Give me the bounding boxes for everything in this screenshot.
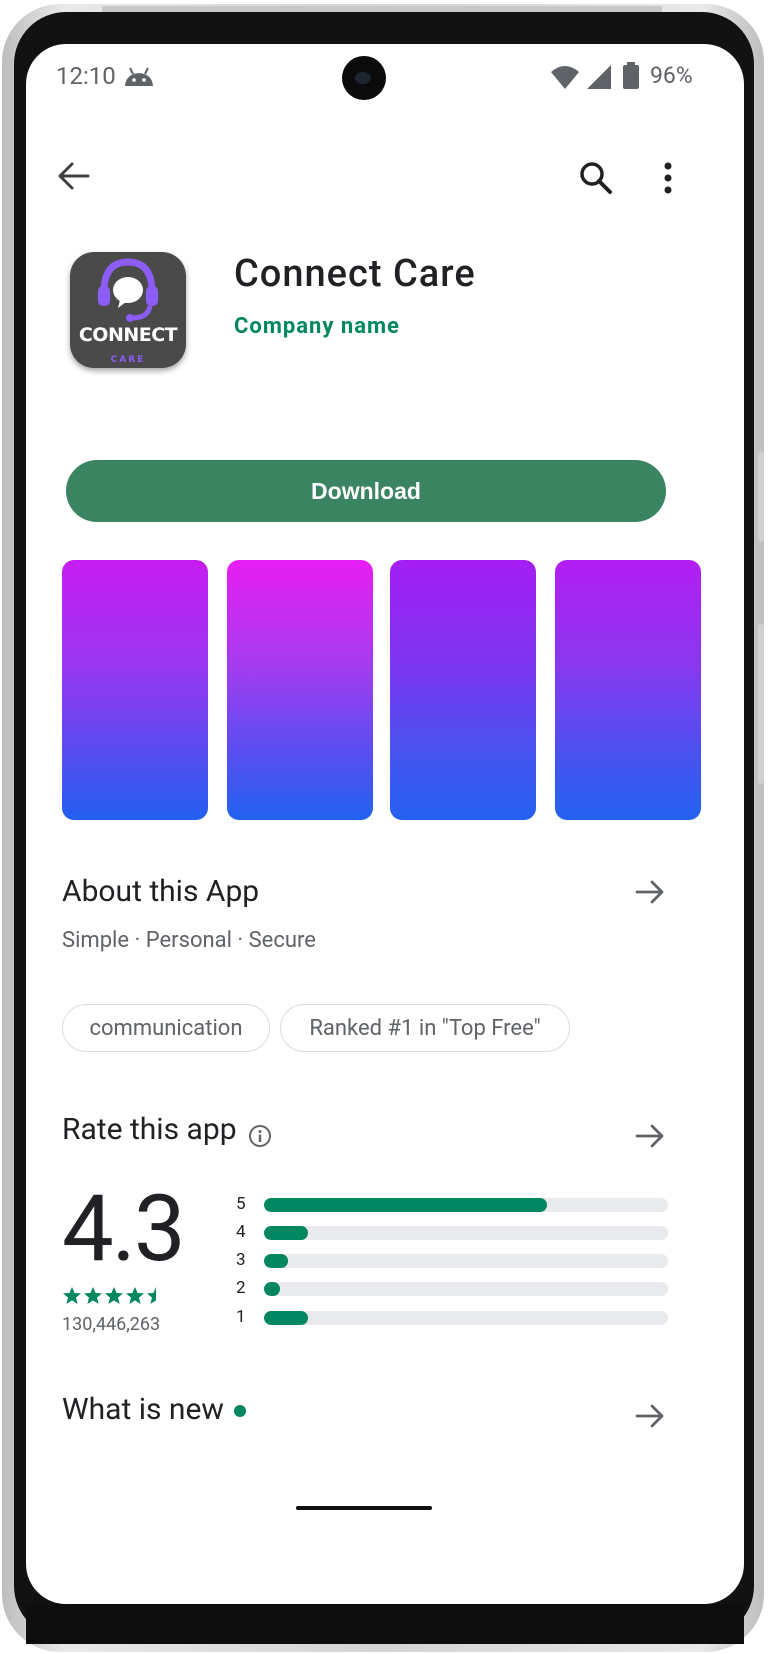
rating-row-label: 2 <box>236 1278 246 1298</box>
status-time: 12:10 <box>56 62 116 90</box>
star-icon <box>126 1287 144 1304</box>
info-icon[interactable] <box>248 1124 272 1148</box>
rating-bar-fill <box>264 1282 281 1296</box>
screenshot-2[interactable] <box>227 560 373 820</box>
arrow-forward-icon[interactable] <box>634 1400 666 1432</box>
about-subtitle: Simple · Personal · Secure <box>62 928 316 953</box>
front-camera <box>342 56 386 100</box>
volume-button <box>758 452 764 542</box>
rating-bar-track <box>264 1311 668 1325</box>
rating-row-label: 3 <box>236 1250 246 1270</box>
arrow-forward-icon[interactable] <box>634 876 666 908</box>
rating-row-label: 5 <box>236 1194 246 1214</box>
rating-score: 4.3 <box>62 1176 186 1283</box>
screen: 12:10 96% CONNECT CARE Connect Care Comp… <box>26 44 744 1604</box>
home-indicator[interactable] <box>296 1506 432 1510</box>
chip-communication[interactable]: communication <box>62 1004 270 1052</box>
rating-row-label: 1 <box>236 1307 246 1327</box>
developer-link[interactable]: Company name <box>234 314 400 339</box>
headset-icon <box>98 258 158 322</box>
rating-bar-fill <box>264 1226 309 1240</box>
about-title[interactable]: About this App <box>62 874 259 909</box>
phone-frame: 12:10 96% CONNECT CARE Connect Care Comp… <box>2 4 764 1652</box>
star-icon <box>147 1287 156 1304</box>
app-icon-brand-sub: CARE <box>110 355 146 365</box>
rating-row-label: 4 <box>236 1222 246 1242</box>
more-vert-icon[interactable] <box>654 158 682 198</box>
app-title: Connect Care <box>234 252 476 296</box>
signal-icon <box>587 65 611 89</box>
star-icon <box>63 1287 81 1304</box>
chip-ranked[interactable]: Ranked #1 in "Top Free" <box>280 1004 570 1052</box>
battery-percent: 96% <box>650 62 693 89</box>
review-count: 130,446,263 <box>62 1314 161 1335</box>
rate-title[interactable]: Rate this app <box>62 1112 237 1147</box>
rating-bar-track <box>264 1198 668 1212</box>
rating-bar-track <box>264 1254 668 1268</box>
rating-bar-fill <box>264 1198 547 1212</box>
star-icon <box>105 1287 123 1304</box>
wifi-icon <box>551 66 579 89</box>
battery-icon <box>623 62 639 89</box>
rating-bar-fill <box>264 1254 289 1268</box>
rating-bar-track <box>264 1282 668 1296</box>
new-indicator-dot <box>233 1405 246 1418</box>
rating-bar-track <box>264 1226 668 1240</box>
status-bar: 12:10 96% <box>26 44 744 116</box>
search-icon[interactable] <box>576 158 616 198</box>
rating-stars <box>62 1286 166 1308</box>
arrow-forward-icon[interactable] <box>634 1120 666 1152</box>
screenshot-3[interactable] <box>390 560 536 820</box>
screenshot-1[interactable] <box>62 560 208 820</box>
arrow-back-icon[interactable] <box>56 158 92 194</box>
star-icon <box>84 1287 102 1304</box>
app-icon: CONNECT CARE <box>70 252 186 368</box>
rating-bar-fill <box>264 1311 309 1325</box>
power-button <box>758 624 764 784</box>
screenshot-4[interactable] <box>555 560 701 820</box>
whats-new-label: What is new <box>62 1392 224 1427</box>
download-button[interactable]: Download <box>66 460 666 522</box>
android-icon <box>125 67 153 86</box>
phone-bottom <box>26 1604 744 1644</box>
whats-new-title[interactable]: What is new <box>62 1392 246 1427</box>
app-icon-brand: CONNECT <box>78 324 178 346</box>
